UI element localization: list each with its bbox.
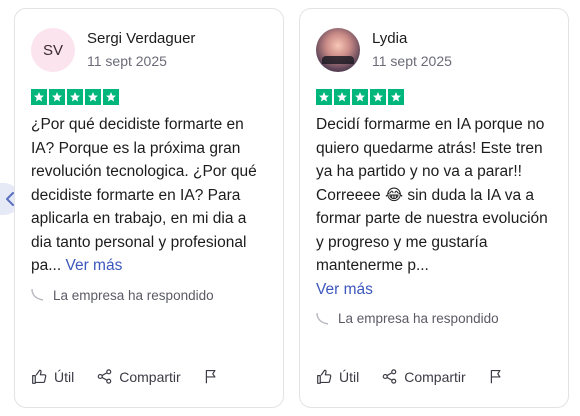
review-header: Lydia 11 sept 2025	[316, 25, 552, 75]
flag-icon	[490, 369, 501, 384]
reviewer-name[interactable]: Sergi Verdaguer	[87, 29, 195, 49]
review-text-block: ¿Por qué decidiste formarte en IA? Porqu…	[31, 113, 271, 278]
star-icon	[67, 89, 83, 105]
report-button[interactable]	[203, 368, 226, 385]
star-icon	[316, 89, 332, 105]
flag-icon	[205, 369, 216, 384]
star-icon	[31, 89, 47, 105]
reviewer-name[interactable]: Lydia	[372, 29, 452, 49]
useful-button[interactable]: Útil	[316, 368, 359, 385]
thumbs-up-icon	[32, 369, 47, 384]
share-label: Compartir	[119, 368, 181, 385]
replied-label: La empresa ha respondido	[53, 287, 214, 303]
review-card: SV Sergi Verdaguer 11 sept 2025 ¿Por qué…	[14, 8, 284, 408]
share-label: Compartir	[404, 368, 466, 385]
share-button[interactable]: Compartir	[96, 368, 181, 385]
reply-icon	[316, 312, 329, 325]
star-icon	[334, 89, 350, 105]
star-icon	[352, 89, 368, 105]
review-text-block: Decidí formarme en IA porque no quiero q…	[316, 113, 556, 301]
star-icon	[49, 89, 65, 105]
thumbs-up-icon	[317, 369, 332, 384]
review-actions: Útil Compartir	[316, 368, 552, 385]
star-rating	[316, 89, 552, 105]
review-text: ¿Por qué decidiste formarte en IA? Porqu…	[31, 116, 257, 274]
star-icon	[85, 89, 101, 105]
review-card: Lydia 11 sept 2025 Decidí formarme en IA…	[299, 8, 569, 408]
review-text: Decidí formarme en IA porque no quiero q…	[316, 116, 548, 274]
replied-label: La empresa ha respondido	[338, 311, 499, 326]
avatar	[316, 28, 360, 72]
company-replied[interactable]: La empresa ha respondido	[316, 311, 552, 326]
review-header: SV Sergi Verdaguer 11 sept 2025	[31, 25, 267, 75]
star-icon	[103, 89, 119, 105]
useful-button[interactable]: Útil	[31, 368, 74, 385]
star-rating	[31, 89, 267, 105]
avatar-initials: SV	[42, 41, 63, 59]
avatar: SV	[31, 28, 75, 72]
reply-icon	[31, 288, 44, 301]
star-icon	[370, 89, 386, 105]
review-date: 11 sept 2025	[87, 53, 167, 69]
see-more-link[interactable]: Ver más	[65, 257, 122, 274]
review-actions: Útil Compartir	[31, 368, 267, 385]
company-replied[interactable]: La empresa ha respondido	[31, 288, 267, 303]
see-more-link[interactable]: Ver más	[316, 281, 373, 298]
review-date: 11 sept 2025	[372, 53, 452, 69]
useful-label: Útil	[339, 368, 360, 385]
share-icon	[382, 369, 397, 384]
report-button[interactable]	[488, 368, 511, 385]
share-button[interactable]: Compartir	[381, 368, 466, 385]
star-icon	[388, 89, 404, 105]
share-icon	[97, 369, 112, 384]
useful-label: Útil	[54, 368, 75, 385]
